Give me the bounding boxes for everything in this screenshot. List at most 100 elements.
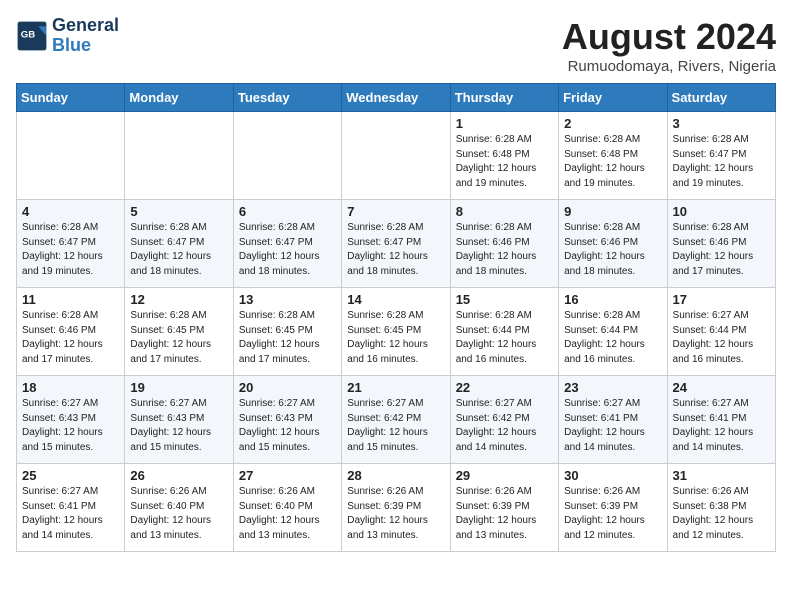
day-info: Sunrise: 6:28 AM Sunset: 6:45 PM Dayligh…: [130, 309, 227, 367]
logo-icon: GB: [16, 20, 48, 52]
calendar-cell: 24 Sunrise: 6:27 AM Sunset: 6:41 PM Dayli…: [667, 376, 775, 464]
day-info: Sunrise: 6:28 AM Sunset: 6:46 PM Dayligh…: [564, 221, 661, 279]
calendar-week-row: 4 Sunrise: 6:28 AM Sunset: 6:47 PM Daylig…: [17, 200, 776, 288]
calendar-cell: 8 Sunrise: 6:28 AM Sunset: 6:46 PM Daylig…: [450, 200, 558, 288]
day-info: Sunrise: 6:28 AM Sunset: 6:45 PM Dayligh…: [239, 309, 336, 367]
day-number: 9: [564, 204, 661, 219]
calendar-cell: 9 Sunrise: 6:28 AM Sunset: 6:46 PM Daylig…: [559, 200, 667, 288]
weekday-header-cell: Thursday: [450, 84, 558, 112]
calendar-cell: 2Sunrise: 6:28 AM Sunset: 6:48 PM Daylig…: [559, 112, 667, 200]
day-number: 23: [564, 380, 661, 395]
calendar-cell: 25 Sunrise: 6:27 AM Sunset: 6:41 PM Dayli…: [17, 464, 125, 552]
day-info: Sunrise: 6:28 AM Sunset: 6:47 PM Dayligh…: [239, 221, 336, 279]
day-info: Sunrise: 6:28 AM Sunset: 6:47 PM Dayligh…: [22, 221, 119, 279]
day-number: 21: [347, 380, 444, 395]
day-info: Sunrise: 6:28 AM Sunset: 6:47 PM Dayligh…: [347, 221, 444, 279]
day-info: Sunrise: 6:28 AM Sunset: 6:47 PM Dayligh…: [673, 133, 770, 191]
calendar-cell: 3Sunrise: 6:28 AM Sunset: 6:47 PM Daylig…: [667, 112, 775, 200]
day-info: Sunrise: 6:26 AM Sunset: 6:38 PM Dayligh…: [673, 485, 770, 543]
weekday-header-cell: Tuesday: [233, 84, 341, 112]
day-info: Sunrise: 6:27 AM Sunset: 6:42 PM Dayligh…: [347, 397, 444, 455]
logo: GB General Blue: [16, 16, 119, 56]
day-info: Sunrise: 6:26 AM Sunset: 6:40 PM Dayligh…: [239, 485, 336, 543]
header: GB General Blue August 2024 Rumuodomaya,…: [16, 16, 776, 75]
calendar-body: 1 Sunrise: 6:28 AM Sunset: 6:48 PM Daylig…: [17, 112, 776, 552]
day-number: 31: [673, 468, 770, 483]
day-number: 7: [347, 204, 444, 219]
logo-line2: Blue: [52, 36, 119, 56]
day-number: 24: [673, 380, 770, 395]
day-info: Sunrise: 6:27 AM Sunset: 6:41 PM Dayligh…: [673, 397, 770, 455]
calendar-week-row: 25 Sunrise: 6:27 AM Sunset: 6:41 PM Dayli…: [17, 464, 776, 552]
day-number: 26: [130, 468, 227, 483]
calendar-cell: 30Sunrise: 6:26 AM Sunset: 6:39 PM Dayli…: [559, 464, 667, 552]
calendar-cell: [342, 112, 450, 200]
day-info: Sunrise: 6:26 AM Sunset: 6:40 PM Dayligh…: [130, 485, 227, 543]
calendar-table: SundayMondayTuesdayWednesdayThursdayFrid…: [16, 83, 776, 552]
day-number: 19: [130, 380, 227, 395]
calendar-cell: 19 Sunrise: 6:27 AM Sunset: 6:43 PM Dayli…: [125, 376, 233, 464]
weekday-header-cell: Sunday: [17, 84, 125, 112]
calendar-cell: [17, 112, 125, 200]
day-number: 6: [239, 204, 336, 219]
day-number: 13: [239, 292, 336, 307]
calendar-cell: 21 Sunrise: 6:27 AM Sunset: 6:42 PM Dayli…: [342, 376, 450, 464]
day-info: Sunrise: 6:27 AM Sunset: 6:44 PM Dayligh…: [673, 309, 770, 367]
day-number: 25: [22, 468, 119, 483]
day-number: 8: [456, 204, 553, 219]
logo-line1: General: [52, 16, 119, 36]
calendar-cell: 13 Sunrise: 6:28 AM Sunset: 6:45 PM Dayli…: [233, 288, 341, 376]
day-info: Sunrise: 6:26 AM Sunset: 6:39 PM Dayligh…: [564, 485, 661, 543]
day-number: 12: [130, 292, 227, 307]
day-info: Sunrise: 6:28 AM Sunset: 6:45 PM Dayligh…: [347, 309, 444, 367]
calendar-cell: 28 Sunrise: 6:26 AM Sunset: 6:39 PM Dayli…: [342, 464, 450, 552]
day-info: Sunrise: 6:27 AM Sunset: 6:42 PM Dayligh…: [456, 397, 553, 455]
weekday-header-cell: Saturday: [667, 84, 775, 112]
day-number: 15: [456, 292, 553, 307]
calendar-cell: 10Sunrise: 6:28 AM Sunset: 6:46 PM Dayli…: [667, 200, 775, 288]
day-number: 20: [239, 380, 336, 395]
day-info: Sunrise: 6:26 AM Sunset: 6:39 PM Dayligh…: [347, 485, 444, 543]
weekday-header-cell: Friday: [559, 84, 667, 112]
calendar-cell: 16 Sunrise: 6:28 AM Sunset: 6:44 PM Dayli…: [559, 288, 667, 376]
calendar-cell: 4 Sunrise: 6:28 AM Sunset: 6:47 PM Daylig…: [17, 200, 125, 288]
calendar-week-row: 18 Sunrise: 6:27 AM Sunset: 6:43 PM Dayli…: [17, 376, 776, 464]
calendar-cell: [233, 112, 341, 200]
calendar-cell: 14 Sunrise: 6:28 AM Sunset: 6:45 PM Dayli…: [342, 288, 450, 376]
title-area: August 2024 Rumuodomaya, Rivers, Nigeria: [562, 16, 776, 75]
day-number: 22: [456, 380, 553, 395]
day-info: Sunrise: 6:28 AM Sunset: 6:47 PM Dayligh…: [130, 221, 227, 279]
calendar-subtitle: Rumuodomaya, Rivers, Nigeria: [562, 58, 776, 75]
weekday-header-cell: Wednesday: [342, 84, 450, 112]
calendar-week-row: 11 Sunrise: 6:28 AM Sunset: 6:46 PM Dayli…: [17, 288, 776, 376]
day-info: Sunrise: 6:28 AM Sunset: 6:44 PM Dayligh…: [564, 309, 661, 367]
day-number: 16: [564, 292, 661, 307]
calendar-cell: 1 Sunrise: 6:28 AM Sunset: 6:48 PM Daylig…: [450, 112, 558, 200]
day-number: 4: [22, 204, 119, 219]
day-number: 1: [456, 116, 553, 131]
calendar-cell: 29 Sunrise: 6:26 AM Sunset: 6:39 PM Dayli…: [450, 464, 558, 552]
calendar-cell: 18 Sunrise: 6:27 AM Sunset: 6:43 PM Dayli…: [17, 376, 125, 464]
day-info: Sunrise: 6:27 AM Sunset: 6:43 PM Dayligh…: [22, 397, 119, 455]
day-info: Sunrise: 6:26 AM Sunset: 6:39 PM Dayligh…: [456, 485, 553, 543]
weekday-header-row: SundayMondayTuesdayWednesdayThursdayFrid…: [17, 84, 776, 112]
calendar-title: August 2024: [562, 16, 776, 58]
calendar-cell: 15Sunrise: 6:28 AM Sunset: 6:44 PM Dayli…: [450, 288, 558, 376]
day-number: 18: [22, 380, 119, 395]
day-info: Sunrise: 6:27 AM Sunset: 6:43 PM Dayligh…: [130, 397, 227, 455]
calendar-cell: 11 Sunrise: 6:28 AM Sunset: 6:46 PM Dayli…: [17, 288, 125, 376]
day-number: 14: [347, 292, 444, 307]
calendar-week-row: 1 Sunrise: 6:28 AM Sunset: 6:48 PM Daylig…: [17, 112, 776, 200]
day-info: Sunrise: 6:27 AM Sunset: 6:41 PM Dayligh…: [22, 485, 119, 543]
day-number: 28: [347, 468, 444, 483]
day-info: Sunrise: 6:28 AM Sunset: 6:48 PM Dayligh…: [456, 133, 553, 191]
calendar-cell: 7 Sunrise: 6:28 AM Sunset: 6:47 PM Daylig…: [342, 200, 450, 288]
day-info: Sunrise: 6:28 AM Sunset: 6:46 PM Dayligh…: [22, 309, 119, 367]
day-number: 10: [673, 204, 770, 219]
day-info: Sunrise: 6:28 AM Sunset: 6:46 PM Dayligh…: [456, 221, 553, 279]
day-number: 29: [456, 468, 553, 483]
day-info: Sunrise: 6:27 AM Sunset: 6:41 PM Dayligh…: [564, 397, 661, 455]
day-number: 11: [22, 292, 119, 307]
calendar-cell: 20Sunrise: 6:27 AM Sunset: 6:43 PM Dayli…: [233, 376, 341, 464]
svg-text:GB: GB: [21, 29, 35, 40]
